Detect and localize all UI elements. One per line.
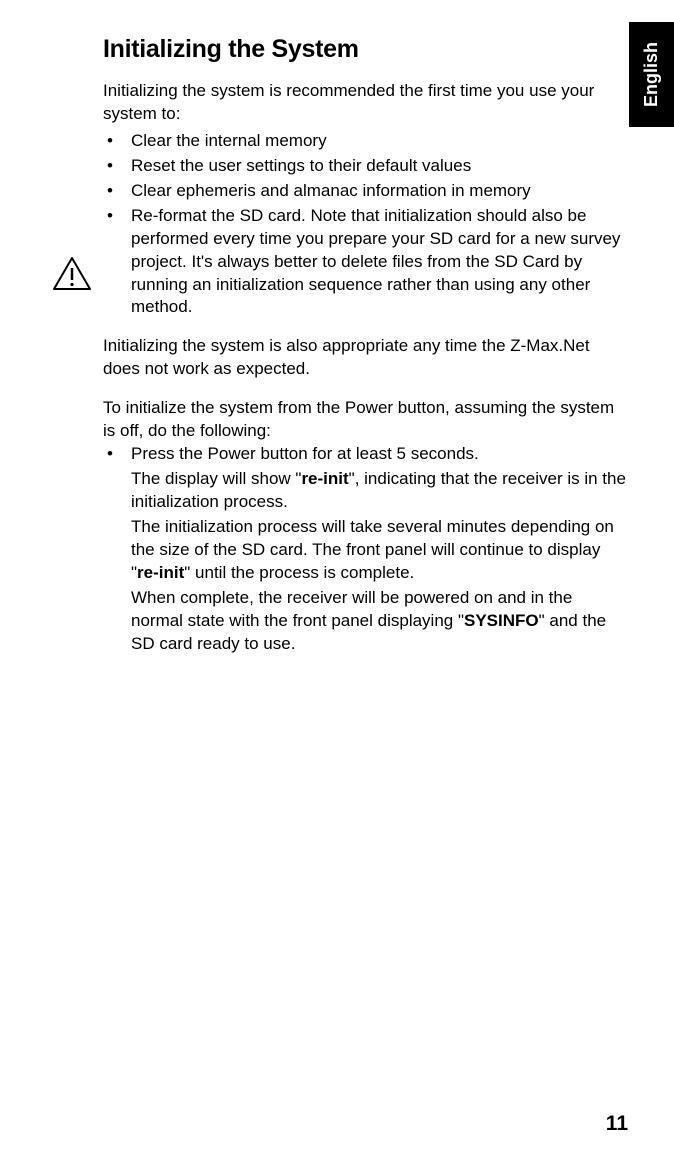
- bold-term: re-init: [301, 469, 348, 488]
- paragraph: To initialize the system from the Power …: [103, 397, 626, 443]
- bold-term: SYSINFO: [464, 611, 539, 630]
- language-tab: English: [629, 22, 674, 127]
- list-item: Re-format the SD card. Note that initial…: [103, 205, 626, 320]
- bold-term: re-init: [137, 563, 184, 582]
- warning-icon: [52, 256, 92, 292]
- paragraph: Initializing the system is also appropri…: [103, 335, 626, 381]
- list-item: Clear the internal memory: [103, 130, 626, 153]
- language-label: English: [641, 42, 662, 107]
- intro-paragraph: Initializing the system is recommended t…: [103, 80, 626, 126]
- list-item: Clear ephemeris and almanac information …: [103, 180, 626, 203]
- list-item: Reset the user settings to their default…: [103, 155, 626, 178]
- sub-paragraph: The initialization process will take sev…: [103, 516, 626, 585]
- page-heading: Initializing the System: [103, 35, 626, 64]
- sub-paragraph: The display will show "re-init", indicat…: [103, 468, 626, 514]
- main-content: Initializing the System Initializing the…: [0, 0, 674, 656]
- bullet-list: Clear the internal memory Reset the user…: [103, 130, 626, 320]
- list-item: Press the Power button for at least 5 se…: [103, 443, 626, 466]
- steps-list: Press the Power button for at least 5 se…: [103, 443, 626, 466]
- sub-paragraph: When complete, the receiver will be powe…: [103, 587, 626, 656]
- page-number: 11: [606, 1112, 628, 1136]
